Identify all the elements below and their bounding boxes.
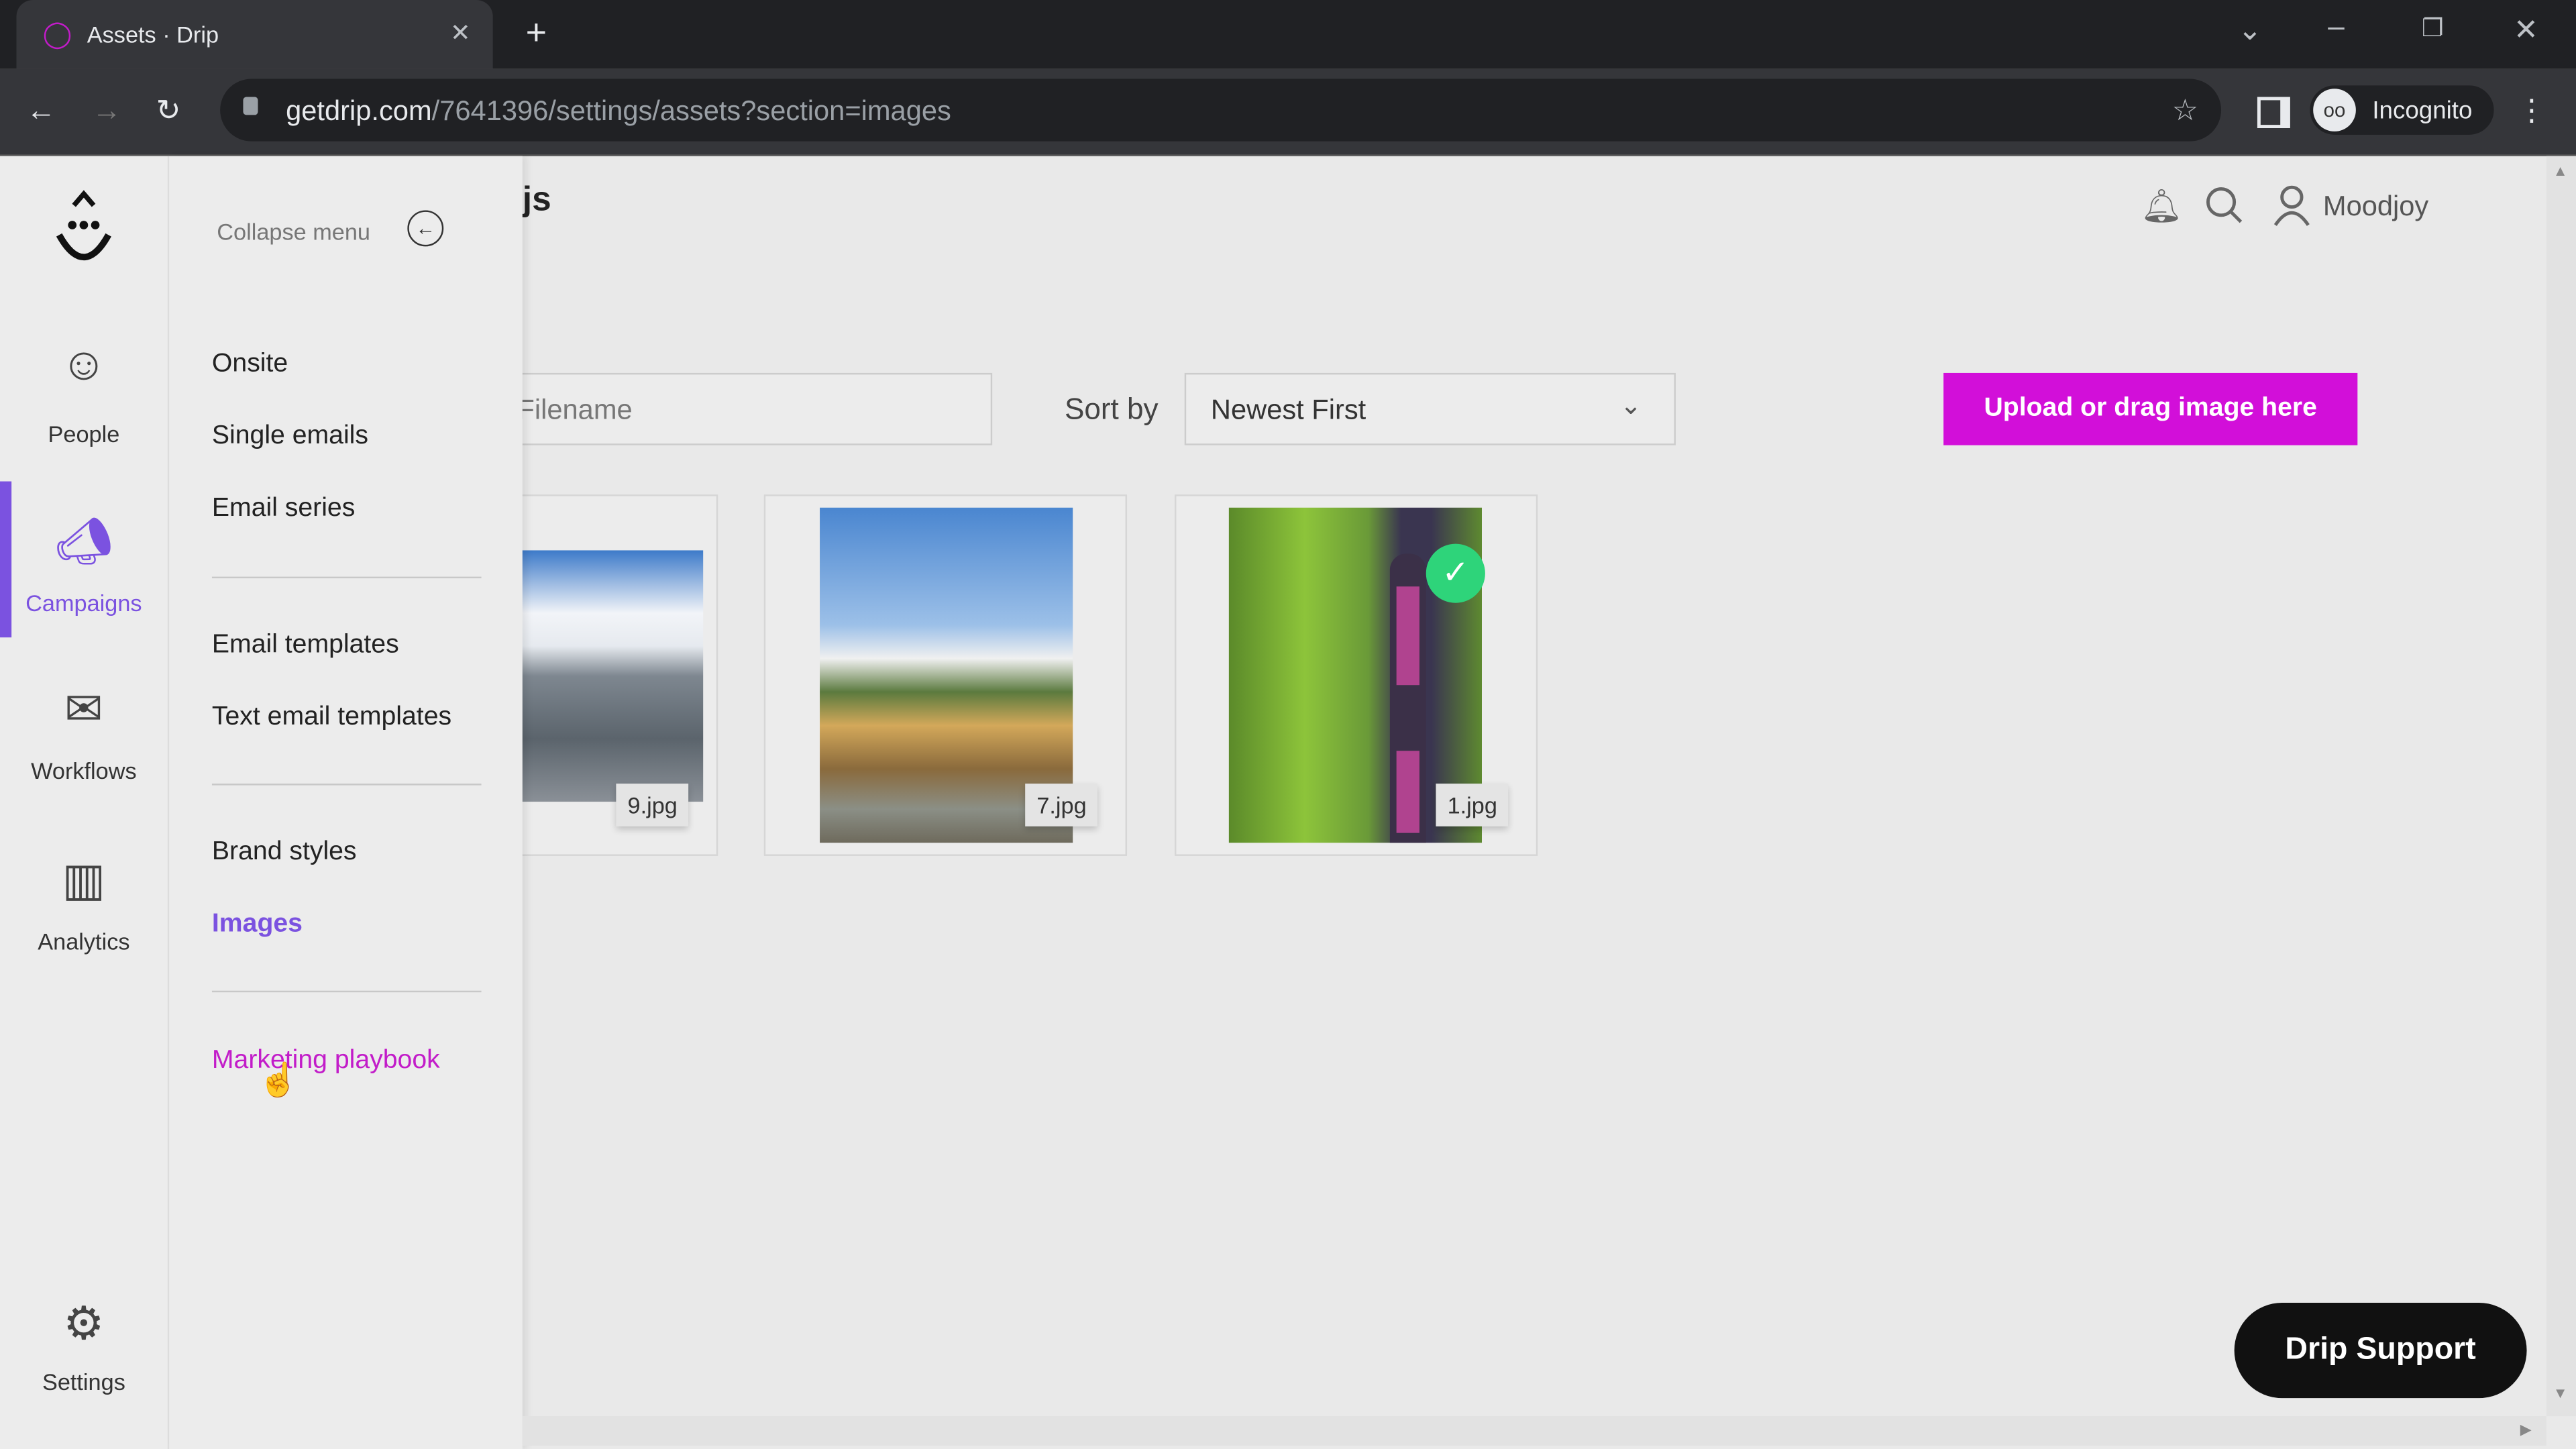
menu-item-marketing-playbook[interactable]: Marketing playbook <box>212 1046 440 1076</box>
url-domain: getdrip.com <box>286 95 432 127</box>
close-window-icon[interactable]: ✕ <box>2514 13 2538 46</box>
drip-logo <box>56 190 111 261</box>
rail-item-analytics[interactable]: ▥ Analytics <box>0 853 168 955</box>
page-title: js <box>522 180 551 219</box>
incognito-icon: oo <box>2313 89 2356 131</box>
upload-image-button[interactable]: Upload or drag image here <box>1943 372 2358 445</box>
campaigns-menu: Collapse menu ← Onsite Single emails Ema… <box>169 156 523 1449</box>
browser-menu-icon[interactable]: ⋮ <box>2517 94 2546 127</box>
menu-item-email-series[interactable]: Email series <box>212 494 355 524</box>
scroll-up-arrow-icon[interactable]: ▲ <box>2553 162 2568 178</box>
megaphone-icon: 📣︎ <box>54 515 113 567</box>
incognito-label: Incognito <box>2372 97 2473 125</box>
restore-icon[interactable]: ❐ <box>2422 13 2444 46</box>
filename-search-input[interactable]: Filename <box>492 372 993 445</box>
support-label: Drip Support <box>2285 1332 2476 1367</box>
divider <box>211 784 482 786</box>
scroll-down-arrow-icon[interactable]: ▼ <box>2553 1385 2568 1401</box>
search-icon[interactable] <box>2205 186 2245 225</box>
icon-rail: ☺ People 📣︎ Campaigns ✉ Workflows ▥ Analytic… <box>0 156 170 1449</box>
incognito-badge[interactable]: oo Incognito <box>2310 85 2494 135</box>
analytics-icon: ▥ <box>62 854 106 906</box>
collapse-arrow-icon[interactable]: ← <box>407 210 444 247</box>
notifications-bell-icon[interactable]: 🔔︎ <box>2141 186 2182 227</box>
divider <box>211 576 482 579</box>
image-card-selected[interactable]: ✓ 1.jpg <box>1175 494 1538 856</box>
bookmark-star-icon[interactable]: ☆ <box>2172 94 2199 127</box>
people-icon: ☺ <box>60 338 107 390</box>
rail-label: People <box>48 420 120 447</box>
rail-item-campaigns[interactable]: 📣︎ Campaigns <box>0 515 168 616</box>
image-filename: 1.jpg <box>1436 784 1509 826</box>
browser-tab[interactable]: ◯ Assets · Drip ✕ <box>16 0 493 69</box>
drip-support-button[interactable]: Drip Support <box>2234 1303 2527 1399</box>
forward-icon[interactable]: → <box>92 94 121 127</box>
filename-placeholder: Filename <box>517 394 633 426</box>
sign-post <box>1389 553 1426 843</box>
sort-select[interactable]: Newest First ⌄ <box>1184 372 1676 445</box>
rail-label: Campaigns <box>25 590 142 616</box>
scroll-right-arrow-icon[interactable]: ▶ <box>2520 1421 2532 1439</box>
chevron-down-icon: ⌄ <box>1619 392 1642 421</box>
workflow-icon: ✉ <box>64 683 103 735</box>
vertical-scrollbar[interactable]: ▲ ▼ <box>2546 156 2576 1417</box>
menu-item-images[interactable]: Images <box>212 910 303 940</box>
menu-item-text-email-templates[interactable]: Text email templates <box>212 703 451 733</box>
image-filename: 7.jpg <box>1025 784 1098 826</box>
tab-search-icon[interactable]: ⌄ <box>2238 13 2263 46</box>
image-filename: 9.jpg <box>616 784 690 826</box>
menu-item-onsite[interactable]: Onsite <box>212 350 288 380</box>
tab-title: Assets · Drip <box>87 21 219 48</box>
selected-check-icon: ✓ <box>1426 543 1485 603</box>
collapse-menu-label[interactable]: Collapse menu <box>217 219 370 245</box>
side-panel-icon[interactable] <box>2257 97 2290 129</box>
rail-label: Analytics <box>38 928 130 955</box>
rail-label: Workflows <box>31 757 137 784</box>
horizontal-scrollbar[interactable]: ▶ <box>522 1416 2546 1446</box>
image-card[interactable]: 7.jpg <box>763 494 1128 856</box>
reload-icon[interactable]: ↻ <box>156 94 181 127</box>
back-icon[interactable]: ← <box>26 94 56 127</box>
minimize-icon[interactable]: – <box>2328 10 2345 43</box>
drip-favicon: ◯ <box>42 21 72 50</box>
url-text: getdrip.com/7641396/settings/assets?sect… <box>286 95 951 128</box>
upload-label: Upload or drag image here <box>1984 394 2317 423</box>
user-icon[interactable] <box>2272 184 2312 227</box>
divider <box>211 990 482 993</box>
rail-item-settings[interactable]: ⚙ Settings <box>0 1296 168 1395</box>
url-path: /7641396/settings/assets?section=images <box>431 95 951 127</box>
lock-icon <box>243 97 258 115</box>
menu-item-email-templates[interactable]: Email templates <box>212 631 399 660</box>
new-tab-icon[interactable]: + <box>526 14 547 50</box>
browser-window: ◯ Assets · Drip ✕ + ⌄ – ❐ ✕ ← → ↻ getdri… <box>0 0 2576 1449</box>
account-name[interactable]: Moodjoy <box>2323 191 2428 223</box>
address-bar[interactable]: getdrip.com/7641396/settings/assets?sect… <box>220 78 2222 142</box>
gear-icon: ⚙ <box>63 1297 105 1349</box>
menu-item-single-emails[interactable]: Single emails <box>212 422 368 451</box>
mouse-cursor-icon: ☝ <box>258 1063 299 1099</box>
rail-label: Settings <box>42 1368 125 1395</box>
sort-value: Newest First <box>1210 394 1366 426</box>
rail-item-people[interactable]: ☺ People <box>0 337 168 447</box>
rail-item-workflows[interactable]: ✉ Workflows <box>0 682 168 784</box>
sort-by-label: Sort by <box>1064 392 1159 426</box>
close-tab-icon[interactable]: ✕ <box>450 18 471 51</box>
menu-item-brand-styles[interactable]: Brand styles <box>212 838 357 867</box>
